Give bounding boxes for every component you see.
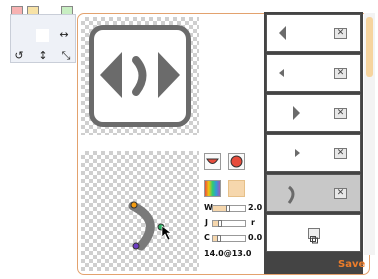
delete-layer-button[interactable]: ✕ (334, 148, 347, 159)
color-palette-button[interactable] (204, 180, 221, 197)
delete-layer-button[interactable]: ✕ (334, 188, 347, 199)
layer-item-4[interactable]: ✕ (266, 134, 361, 172)
join-slider[interactable] (212, 220, 246, 227)
layer-item-2[interactable]: ✕ (266, 54, 361, 92)
stroke-style-button[interactable] (204, 153, 221, 170)
save-button[interactable]: Save (338, 259, 365, 270)
layer-item-3[interactable]: ✕ (266, 94, 361, 132)
cap-slider[interactable] (212, 235, 246, 242)
color-swatch[interactable] (228, 180, 245, 197)
resize-icon[interactable]: ⤡ (59, 50, 73, 62)
cap-label: C (204, 233, 210, 242)
icon-preview (81, 17, 199, 135)
width-value: 2.0 (248, 203, 263, 212)
cursor-icon (161, 225, 172, 241)
flip-horizontal-icon[interactable]: ↔ (57, 29, 71, 41)
shape-thumbnail (36, 29, 49, 42)
join-value: r (251, 218, 255, 227)
status-text: 14.0@13.0 (204, 249, 252, 258)
layer-item-1[interactable]: ✕ (266, 14, 361, 52)
cap-value: 0.0 (248, 233, 263, 242)
composed-icon (100, 52, 180, 98)
delete-layer-button[interactable]: ✕ (334, 28, 347, 39)
rotate-icon[interactable]: ↺ (12, 50, 26, 62)
layer-list: ✕ ✕ ✕ ✕ ✕ (264, 12, 363, 274)
layer-scrollbar-thumb[interactable] (366, 17, 373, 77)
delete-layer-button[interactable]: ✕ (334, 108, 347, 119)
curve-shape[interactable] (128, 201, 155, 251)
width-slider[interactable] (212, 205, 246, 212)
layer-item-5[interactable]: ✕ (266, 174, 361, 212)
join-label: J (205, 218, 208, 227)
transform-panel: ↔ ↺ ↕ ⤡ (10, 14, 76, 63)
shape-editor-canvas[interactable] (81, 151, 199, 271)
copy-layer-icon[interactable] (308, 228, 320, 244)
add-layer-item[interactable] (266, 214, 361, 252)
end-handle[interactable] (132, 242, 140, 250)
preview-frame (89, 25, 191, 127)
start-handle[interactable] (130, 201, 138, 209)
fill-style-button[interactable] (228, 153, 245, 170)
flip-vertical-icon[interactable]: ↕ (36, 50, 50, 62)
delete-layer-button[interactable]: ✕ (334, 68, 347, 79)
